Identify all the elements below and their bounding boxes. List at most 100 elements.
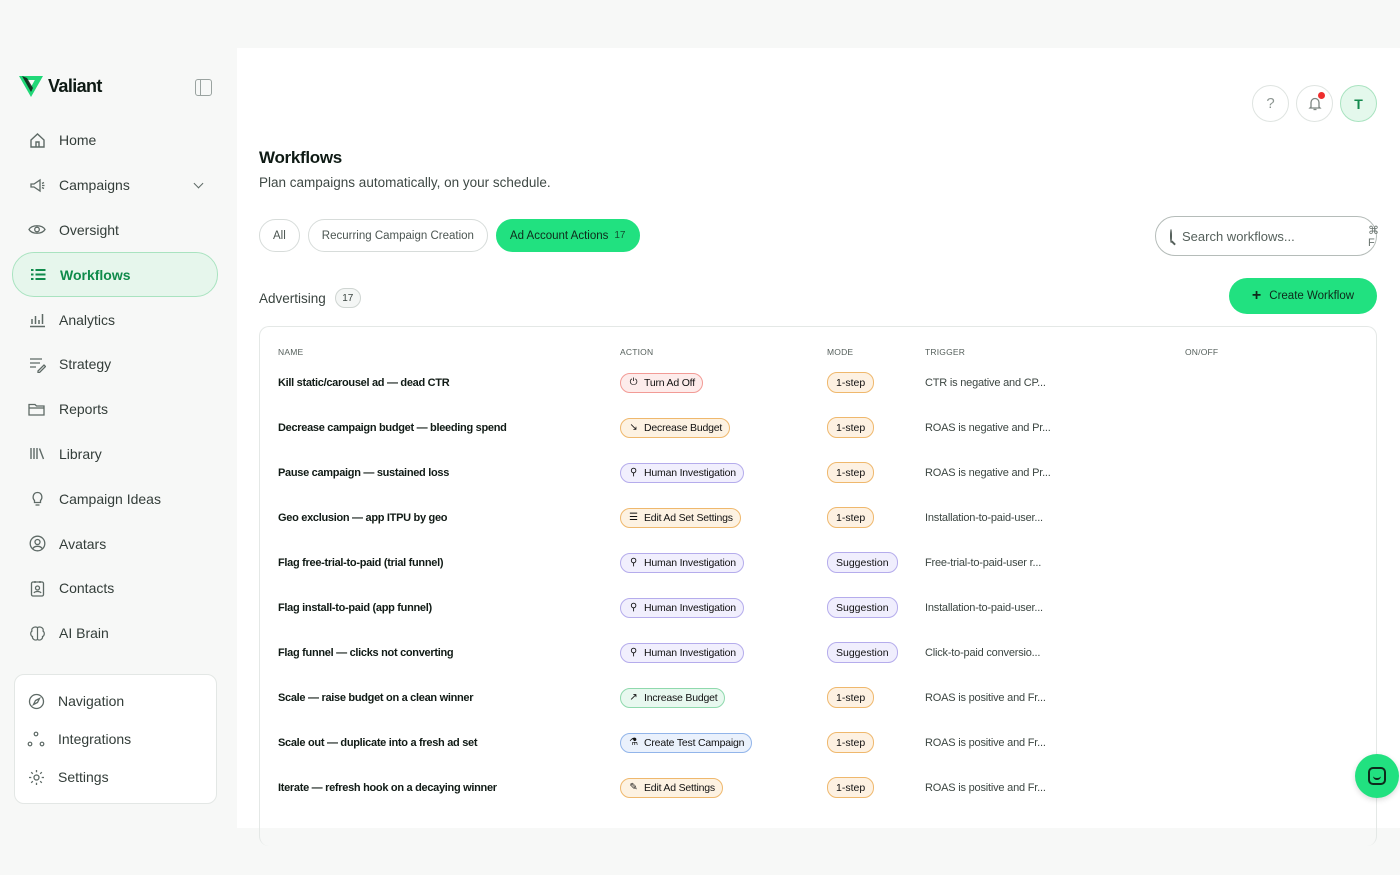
- nodes-icon: [27, 730, 45, 748]
- workflow-name[interactable]: Pause campaign — sustained loss: [278, 450, 449, 495]
- workflow-name[interactable]: Geo exclusion — app ITPU by geo: [278, 495, 447, 540]
- trigger-text: ROAS is positive and Fr...: [925, 781, 1046, 794]
- action-cell: ☰ Edit Ad Set Settings: [620, 495, 741, 540]
- sidebar-item-oversight[interactable]: Oversight: [12, 208, 218, 253]
- action-badge: ⚲ Human Investigation: [620, 597, 744, 618]
- create-workflow-button[interactable]: + Create Workflow: [1229, 278, 1377, 314]
- sidebar-item-label: Library: [59, 445, 102, 462]
- sidebar-item-settings[interactable]: Settings: [15, 758, 216, 796]
- table-row[interactable]: Flag install-to-paid (app funnel) ⚲ Huma…: [260, 585, 1376, 630]
- action-cell: ⏻ Turn Ad Off: [620, 360, 703, 405]
- filter-label: Recurring Campaign Creation: [321, 229, 474, 242]
- action-cell: ⚲ Human Investigation: [620, 450, 744, 495]
- sidebar-collapse-icon[interactable]: [195, 79, 212, 96]
- user-circle-icon: [28, 535, 46, 553]
- create-workflow-label: Create Workflow: [1269, 290, 1355, 302]
- section-title: Advertising: [259, 290, 326, 306]
- table-row[interactable]: Flag free-trial-to-paid (trial funnel) ⚲…: [260, 540, 1376, 585]
- chat-support-button[interactable]: [1355, 754, 1399, 798]
- filter-recurring-campaign-creation[interactable]: Recurring Campaign Creation: [307, 219, 488, 252]
- plus-icon: +: [1251, 287, 1262, 304]
- trend-down-icon: ↘: [629, 422, 638, 433]
- filter-all[interactable]: All: [259, 219, 300, 252]
- workflow-name[interactable]: Decrease campaign budget — bleeding spen…: [278, 405, 507, 450]
- table-row[interactable]: Scale — raise budget on a clean winner ↗…: [260, 675, 1376, 720]
- sidebar-item-integrations[interactable]: Integrations: [15, 720, 216, 758]
- sidebar-item-ai-brain[interactable]: AI Brain: [12, 611, 218, 656]
- column-header-name: NAME: [278, 347, 304, 357]
- table-row[interactable]: Decrease campaign budget — bleeding spen…: [260, 405, 1376, 450]
- sidebar-item-label: Navigation: [58, 693, 125, 709]
- table-row[interactable]: Kill static/carousel ad — dead CTR ⏻ Tur…: [260, 360, 1376, 405]
- sidebar-item-label: Analytics: [59, 311, 116, 328]
- notifications-button[interactable]: [1296, 85, 1333, 122]
- power-off-icon: ⏻: [629, 377, 638, 388]
- user-avatar[interactable]: T: [1340, 85, 1377, 122]
- sidebar-item-campaign-ideas[interactable]: Campaign Ideas: [12, 476, 218, 521]
- sidebar-item-home[interactable]: Home: [12, 118, 218, 163]
- sidebar-item-label: Reports: [59, 401, 109, 418]
- table-row[interactable]: Scale out — duplicate into a fresh ad se…: [260, 720, 1376, 765]
- filter-tabs: All Recurring Campaign Creation Ad Accou…: [259, 219, 640, 252]
- help-icon: ?: [1266, 95, 1275, 112]
- action-cell: ⚗ Create Test Campaign: [620, 720, 753, 765]
- column-header-mode: MODE: [827, 347, 854, 357]
- workflows-table: NAME ACTION MODE TRIGGER ON/OFF Kill sta…: [259, 326, 1377, 846]
- sidebar-item-library[interactable]: Library: [12, 432, 218, 477]
- action-label: Edit Ad Set Settings: [644, 511, 733, 524]
- mode-badge: 1-step: [827, 507, 875, 528]
- workflow-name[interactable]: Scale — raise budget on a clean winner: [278, 675, 474, 720]
- sidebar-item-workflows[interactable]: Workflows: [12, 252, 218, 298]
- sidebar-item-label: Contacts: [59, 580, 115, 597]
- brand-logo[interactable]: Valiant: [18, 74, 102, 98]
- workflow-name[interactable]: Flag install-to-paid (app funnel): [278, 585, 432, 630]
- trigger-text: Installation-to-paid-user...: [925, 511, 1043, 524]
- action-label: Human Investigation: [644, 601, 736, 614]
- pencil-icon: ✎: [629, 782, 638, 793]
- mode-cell: Suggestion: [827, 630, 898, 675]
- sidebar-nav: Home Campaigns Oversight Workflows Analy…: [12, 118, 218, 656]
- workflow-name[interactable]: Iterate — refresh hook on a decaying win…: [278, 765, 497, 810]
- sidebar-item-label: Home: [59, 132, 97, 149]
- help-button[interactable]: ?: [1252, 85, 1289, 122]
- gear-icon: [27, 768, 45, 786]
- table-row[interactable]: Geo exclusion — app ITPU by geo ☰ Edit A…: [260, 495, 1376, 540]
- filter-ad-account-actions[interactable]: Ad Account Actions 17: [495, 219, 640, 252]
- sidebar-item-campaigns[interactable]: Campaigns: [12, 163, 218, 208]
- workflow-name[interactable]: Flag free-trial-to-paid (trial funnel): [278, 540, 444, 585]
- mode-cell: Suggestion: [827, 585, 898, 630]
- workflow-name[interactable]: Scale out — duplicate into a fresh ad se…: [278, 720, 478, 765]
- workflow-name[interactable]: Kill static/carousel ad — dead CTR: [278, 360, 450, 405]
- action-cell: ↘ Decrease Budget: [620, 405, 731, 450]
- search-input[interactable]: [1182, 228, 1358, 244]
- column-header-trigger: TRIGGER: [925, 347, 966, 357]
- megaphone-icon: [28, 176, 46, 194]
- sidebar-item-reports[interactable]: Reports: [12, 387, 218, 432]
- mode-cell: 1-step: [827, 765, 875, 810]
- notes-pen-icon: [28, 355, 46, 373]
- table-row[interactable]: Pause campaign — sustained loss ⚲ Human …: [260, 450, 1376, 495]
- table-row[interactable]: Flag funnel — clicks not converting ⚲ Hu…: [260, 630, 1376, 675]
- action-label: Increase Budget: [644, 691, 718, 704]
- workflow-name[interactable]: Flag funnel — clicks not converting: [278, 630, 454, 675]
- action-label: Human Investigation: [644, 646, 736, 659]
- brain-icon: [28, 624, 46, 642]
- avatar-initial: T: [1354, 95, 1363, 112]
- search-icon: ⚲: [629, 602, 638, 613]
- trigger-text: ROAS is positive and Fr...: [925, 691, 1046, 704]
- action-badge: ⚲ Human Investigation: [620, 462, 744, 483]
- eye-icon: [28, 221, 46, 239]
- chevron-down-icon[interactable]: [193, 178, 204, 189]
- trigger-text: ROAS is positive and Fr...: [925, 736, 1046, 749]
- action-badge: ⚲ Human Investigation: [620, 552, 744, 573]
- valiant-logo-icon: [19, 76, 43, 97]
- sidebar-item-strategy[interactable]: Strategy: [12, 342, 218, 387]
- sidebar-item-avatars[interactable]: Avatars: [12, 521, 218, 566]
- sidebar-item-contacts[interactable]: Contacts: [12, 566, 218, 611]
- table-row[interactable]: Iterate — refresh hook on a decaying win…: [260, 765, 1376, 810]
- home-icon: [28, 131, 46, 149]
- sidebar-item-analytics[interactable]: Analytics: [12, 297, 218, 342]
- action-label: Decrease Budget: [644, 421, 723, 434]
- sidebar-item-navigation[interactable]: Navigation: [15, 682, 216, 720]
- search-icon: ⚲: [629, 467, 638, 478]
